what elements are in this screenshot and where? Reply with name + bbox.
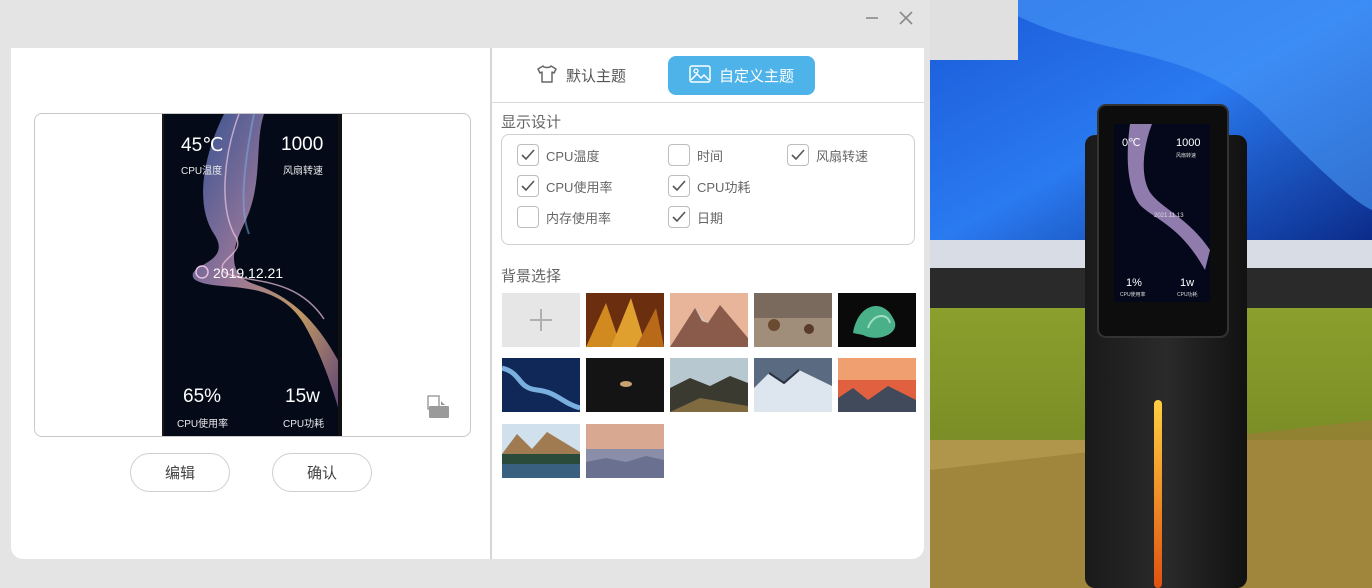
device-fan-label: 风扇转速 [1176, 152, 1196, 159]
option-memory-usage[interactable]: 内存使用率 [517, 206, 611, 228]
preview-cpu-temp-label: CPU温度 [181, 166, 223, 177]
display-design-title: 显示设计 [501, 114, 562, 131]
option-date[interactable]: 日期 [668, 206, 723, 228]
confirm-button[interactable]: 确认 [272, 453, 372, 492]
preview-fan-speed-value: 1000 [281, 134, 324, 155]
checkbox-checked-icon[interactable] [517, 144, 539, 166]
checkbox-checked-icon[interactable] [517, 175, 539, 197]
preview-cpu-temp-value: 45℃ [181, 135, 224, 156]
option-label: CPU功耗 [697, 179, 751, 195]
option-cpu-temp[interactable]: CPU温度 [517, 144, 599, 166]
option-fan-speed[interactable]: 风扇转速 [787, 144, 868, 166]
preview-cpu-power-label: CPU功耗 [283, 419, 325, 430]
tab-default-theme[interactable]: 默认主题 [526, 56, 636, 95]
thumbnail-blue-swirl[interactable] [502, 358, 580, 412]
device-date: 2021.11.13 [1154, 213, 1184, 219]
edit-button[interactable]: 编辑 [130, 453, 230, 492]
option-label: 内存使用率 [546, 210, 612, 226]
thumbnail-green-abstract[interactable] [838, 293, 916, 347]
preview-fan-speed-label: 风扇转速 [283, 166, 323, 177]
background-title: 背景选择 [501, 268, 562, 285]
device-power-label: CPU功耗 [1177, 291, 1198, 298]
checkbox-unchecked-icon[interactable] [517, 206, 539, 228]
image-icon [689, 64, 711, 87]
thumbnail-mountain-sunset[interactable] [670, 293, 748, 347]
tshirt-icon [536, 64, 558, 88]
plus-icon [528, 307, 554, 333]
export-icon[interactable] [426, 395, 450, 424]
add-background-button[interactable] [502, 293, 580, 347]
tabs-divider [492, 102, 924, 103]
main-card: 45℃ CPU温度 1000 风扇转速 2019.12.21 65% CPU使用… [11, 48, 924, 559]
checkbox-checked-icon[interactable] [668, 206, 690, 228]
option-label: 风扇转速 [816, 148, 869, 164]
device-cpu-usage: 1% [1126, 277, 1142, 289]
checkbox-checked-icon[interactable] [787, 144, 809, 166]
thumbnail-dusk-clouds[interactable] [586, 424, 664, 478]
tab-custom-theme[interactable]: 自定义主题 [668, 56, 815, 95]
window-controls [862, 8, 916, 28]
preview-cpu-power-value: 15w [285, 386, 320, 407]
device-photo-image: 0℃ 1000 风扇转速 2021.11.13 1% CPU使用率 1w CPU… [930, 0, 1372, 588]
thumbnail-mountain-ridge[interactable] [670, 358, 748, 412]
option-label: 时间 [697, 148, 724, 164]
screen-preview: 45℃ CPU温度 1000 风扇转速 2019.12.21 65% CPU使用… [162, 114, 342, 436]
thumbnail-autumn-leaves[interactable] [586, 293, 664, 347]
thumbnail-dark-planet[interactable] [586, 358, 664, 412]
option-label: 日期 [697, 210, 724, 226]
option-time[interactable]: 时间 [668, 144, 723, 166]
thumbnail-lake-reflection[interactable] [502, 424, 580, 478]
option-label: CPU温度 [546, 148, 600, 164]
thumbnail-snowy-peak[interactable] [754, 358, 832, 412]
device-fan: 1000 [1176, 137, 1200, 149]
checkbox-unchecked-icon[interactable] [668, 144, 690, 166]
checkbox-checked-icon[interactable] [668, 175, 690, 197]
panel-divider [490, 48, 492, 559]
app-window: 45℃ CPU温度 1000 风扇转速 2019.12.21 65% CPU使用… [0, 0, 930, 588]
option-cpu-power[interactable]: CPU功耗 [668, 175, 750, 197]
option-cpu-usage[interactable]: CPU使用率 [517, 175, 612, 197]
close-icon[interactable] [896, 8, 916, 28]
preview-cpu-usage-label: CPU使用率 [177, 419, 229, 430]
device-power: 1w [1180, 277, 1194, 289]
device-cpu-usage-label: CPU使用率 [1120, 291, 1146, 298]
tab-custom-label: 自定义主题 [718, 68, 794, 85]
thumbnail-pink-sky-mountains[interactable] [838, 358, 916, 412]
option-label: CPU使用率 [546, 179, 613, 195]
preview-cpu-usage-value: 65% [183, 386, 222, 407]
device-photo: 0℃ 1000 风扇转速 2021.11.13 1% CPU使用率 1w CPU… [930, 0, 1372, 588]
thumbnail-desert-shrubs[interactable] [754, 293, 832, 347]
preview-date: 2019.12.21 [213, 265, 284, 281]
tab-default-label: 默认主题 [565, 68, 626, 85]
minimize-icon[interactable] [862, 8, 882, 28]
device-cpu-temp: 0℃ [1122, 137, 1140, 149]
theme-preview: 45℃ CPU温度 1000 风扇转速 2019.12.21 65% CPU使用… [34, 113, 471, 437]
